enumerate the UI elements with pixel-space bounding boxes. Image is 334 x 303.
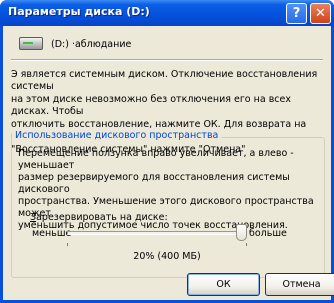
info-line: Э является системным диском. Отключение … [11,69,318,92]
separator [11,59,323,61]
drive-name: (D:) ·аблюдание [51,39,132,50]
info-line: на этом диске невозможно без отключения … [11,94,291,117]
slider-thumb[interactable] [236,224,247,241]
window-title: Параметры диска (D:) [8,5,150,18]
slider-track[interactable] [67,231,247,235]
dialog-body: (D:) ·аблюдание Э является системным дис… [3,26,334,300]
disk-space-slider[interactable] [67,222,247,248]
slider-ticks [67,243,247,246]
reserve-percent: 20% (400 МБ) [133,251,201,262]
group-title: Использование дискового пространства [12,130,222,141]
help-button[interactable]: ? [286,3,307,24]
close-button[interactable]: ✕ [310,3,331,24]
ok-button[interactable]: ОК [187,273,260,296]
desc-line: размер резервируемого для восстановления… [18,172,290,195]
less-label: меньше [32,228,72,239]
hard-drive-icon [19,37,43,50]
desc-line: Перемещение ползунка вправо увеличивает,… [18,148,294,171]
more-label: больше [249,228,287,239]
dialog-window: Параметры диска (D:) ? ✕ (D:) ·аблюдание… [0,0,334,303]
title-bar[interactable]: Параметры диска (D:) ? ✕ [0,0,334,26]
cancel-button[interactable]: Отмена [265,273,334,296]
